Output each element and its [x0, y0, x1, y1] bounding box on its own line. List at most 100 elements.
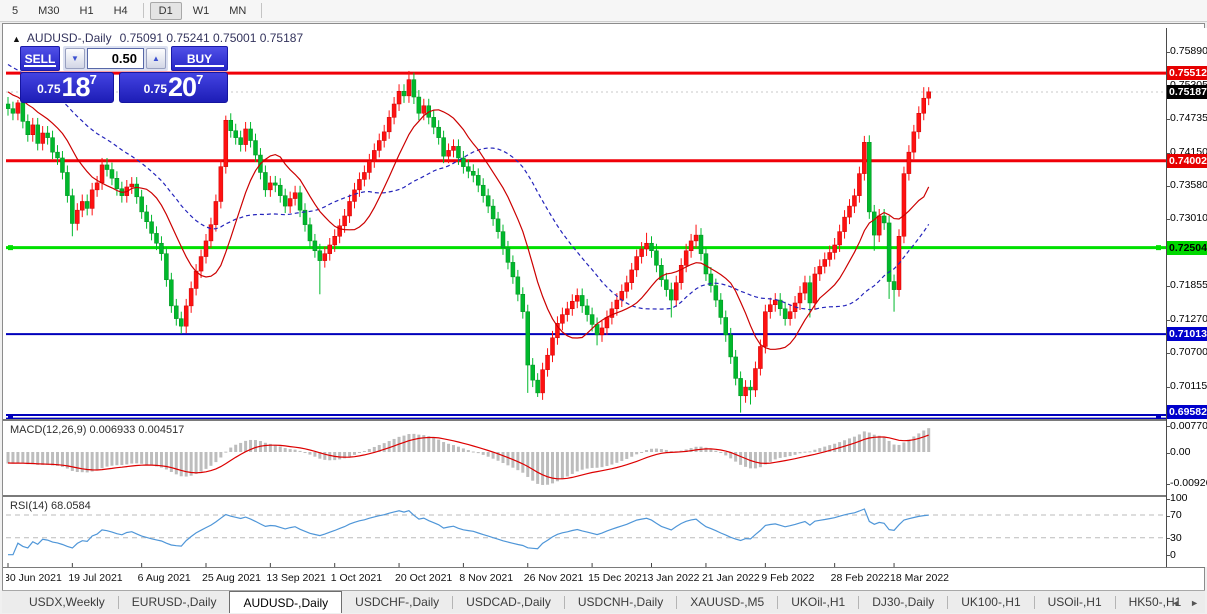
tab-ukoil-h1[interactable]: UKOil-,H1 [778, 591, 858, 613]
macd-bar [303, 452, 307, 453]
macd-bar [719, 452, 723, 453]
macd-bar [140, 452, 144, 464]
tab-scroll-right-icon[interactable]: ► [1190, 598, 1199, 608]
timeframe-button-5[interactable]: 5 [3, 2, 27, 20]
candle-body [540, 369, 545, 394]
tab-scroll-left-icon[interactable]: ◄ [1171, 598, 1180, 608]
candle-body [916, 113, 922, 133]
tab-scroll-controls: ◄ ► [1171, 591, 1199, 614]
macd-bar [773, 452, 777, 460]
candle-body [579, 295, 585, 307]
tab-usoil-h1[interactable]: USOil-,H1 [1035, 591, 1115, 613]
macd-bar [803, 451, 807, 453]
macd-bar [907, 439, 911, 452]
candle-body [713, 285, 719, 301]
price-tick-label: 0.71270 [1167, 313, 1207, 326]
tab-usdcad-daily[interactable]: USDCAD-,Daily [453, 591, 564, 613]
macd-bar [41, 452, 45, 465]
sell-price-sup: 7 [89, 72, 97, 87]
buy-price-big: 20 [168, 72, 197, 102]
macd-bar [288, 449, 292, 452]
candle-body [782, 308, 788, 319]
macd-bar [70, 452, 74, 471]
tab-usdx-weekly[interactable]: USDX,Weekly [16, 591, 118, 613]
level-handle[interactable] [8, 245, 13, 251]
candle-body [802, 282, 808, 294]
tab-uk100-h1[interactable]: UK100-,H1 [948, 591, 1033, 613]
volume-spinner: ▼ 0.50 ▲ [63, 46, 168, 71]
timeframe-button-h4[interactable]: H4 [105, 2, 137, 20]
macd-bar [437, 439, 441, 452]
macd-bar [758, 452, 762, 468]
sell-button[interactable]: SELL [20, 46, 60, 71]
date-axis[interactable]: 30 Jun 2021 19 Jul 2021 6 Aug 2021 25 Aug 2… [6, 570, 1166, 588]
volume-input[interactable]: 0.50 [87, 48, 144, 69]
candle-body [614, 299, 620, 310]
candle-body [198, 256, 204, 272]
timeframe-button-h1[interactable]: H1 [71, 2, 103, 20]
candle-body [639, 248, 644, 257]
candle-body [312, 240, 318, 252]
candle-body [906, 151, 912, 174]
macd-bar [323, 452, 327, 460]
volume-decrease-icon[interactable]: ▼ [65, 48, 85, 69]
candle-body [35, 124, 40, 144]
timeframe-button-mn[interactable]: MN [220, 2, 255, 20]
tab-usdcnh-daily[interactable]: USDCNH-,Daily [565, 591, 676, 613]
candle-body [20, 102, 26, 122]
macd-bar [362, 450, 366, 452]
candle-body [114, 178, 120, 189]
candle-body [634, 256, 639, 271]
candle-body [525, 311, 530, 366]
candle-body [60, 157, 65, 173]
candle-body [307, 224, 313, 242]
volume-increase-icon[interactable]: ▲ [146, 48, 166, 69]
tab-usdchf-daily[interactable]: USDCHF-,Daily [342, 591, 452, 613]
timeframe-button-w1[interactable]: W1 [184, 2, 219, 20]
tab-dj30-daily[interactable]: DJ30-,Daily [859, 591, 947, 613]
rsi-indicator-pane[interactable] [6, 497, 1166, 567]
candle-body [80, 201, 85, 211]
candle-body [867, 142, 872, 213]
tab-xauusd-m5[interactable]: XAUUSD-,M5 [677, 591, 777, 613]
collapse-triangle-icon[interactable]: ▲ [12, 34, 21, 44]
candle-body [570, 300, 575, 310]
macd-bar [610, 452, 614, 465]
price-tick-label: 0.74735 [1167, 112, 1207, 125]
candle-body [822, 259, 827, 267]
candle-body [30, 124, 35, 135]
candle-body [758, 346, 763, 369]
level-handle[interactable] [1156, 245, 1161, 251]
timeframe-button-d1[interactable]: D1 [149, 1, 182, 20]
macd-bar [471, 451, 475, 453]
macd-bar [11, 452, 15, 464]
date-label: 26 Nov 2021 [523, 572, 584, 584]
macd-bar [650, 448, 653, 452]
candle-body [589, 314, 595, 325]
candle-body [565, 308, 570, 315]
price-axis[interactable]: 0.758900.753050.747350.741500.735800.730… [1166, 28, 1207, 567]
macd-bar [640, 452, 644, 453]
macd-bar [90, 452, 94, 472]
candle-body [188, 288, 194, 307]
buy-button[interactable]: BUY [171, 46, 228, 71]
macd-bar [763, 452, 767, 465]
timeframe-button-m30[interactable]: M30 [29, 2, 68, 20]
macd-bar [36, 452, 40, 465]
macd-bar [75, 452, 79, 473]
tab-audusd-daily[interactable]: AUDUSD-,Daily [229, 591, 343, 613]
sell-price-tile[interactable]: 0.75 18 7 [20, 72, 114, 103]
macd-bar [917, 433, 921, 452]
macd-bar [506, 452, 510, 466]
macd-bar [234, 444, 238, 452]
candle-body [787, 311, 793, 319]
tab-eurusd-daily[interactable]: EURUSD-,Daily [119, 591, 230, 613]
candle-body [678, 265, 684, 283]
candle-body [842, 216, 847, 232]
macd-bar [852, 436, 856, 452]
candle-body [881, 215, 887, 224]
macd-bar [546, 452, 550, 485]
candle-body [401, 90, 407, 97]
macd-bar [169, 452, 173, 473]
buy-price-tile[interactable]: 0.75 20 7 [119, 72, 228, 103]
